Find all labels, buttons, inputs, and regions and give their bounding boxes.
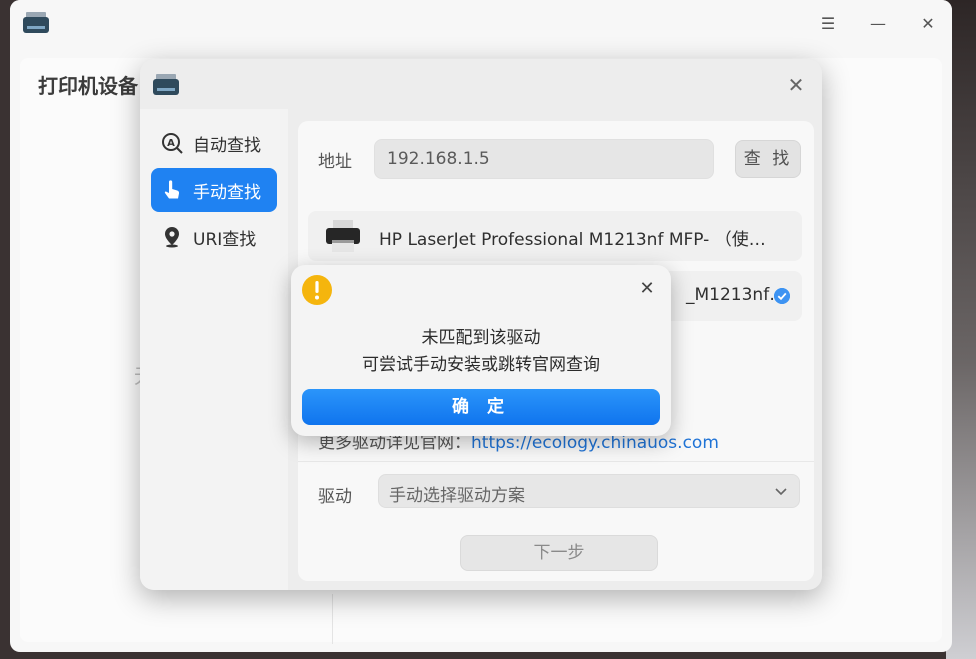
svg-text:A: A: [167, 138, 175, 149]
nav-item-uri-search[interactable]: URI查找: [151, 215, 277, 259]
printer-name: HP LaserJet Professional M1213nf MFP- （使…: [379, 230, 766, 250]
printer-icon: [326, 220, 360, 252]
chevron-down-icon: [775, 488, 787, 496]
alert-close-icon[interactable]: ✕: [637, 279, 657, 299]
nav-label: 手动查找: [193, 182, 261, 203]
printer-app-icon: [23, 12, 49, 33]
address-input[interactable]: 192.168.1.5: [374, 139, 714, 179]
divider: [298, 461, 814, 462]
printer-list-item[interactable]: HP LaserJet Professional M1213nf MFP- （使…: [308, 211, 802, 261]
find-method-nav: A 自动查找 手动查找 URI查找: [140, 109, 288, 590]
driver-select[interactable]: 手动选择驱动方案: [378, 474, 800, 508]
divider: [332, 594, 333, 644]
page-title: 打印机设备: [38, 74, 138, 98]
official-site-link[interactable]: https://ecology.chinauos.com: [471, 433, 719, 453]
menu-icon[interactable]: ☰: [816, 12, 840, 36]
next-button[interactable]: 下一步: [460, 535, 658, 571]
address-label: 地址: [318, 152, 352, 172]
check-icon: [774, 288, 790, 304]
hand-pointer-icon: [161, 179, 183, 201]
printer-name: _M1213nf…: [686, 285, 787, 305]
location-pin-icon: [161, 226, 183, 248]
titlebar: ☰ — ✕: [10, 0, 952, 48]
driver-alert-dialog: ✕ 未匹配到该驱动 可尝试手动安装或跳转官网查询 确 定: [291, 265, 671, 436]
confirm-button[interactable]: 确 定: [302, 389, 660, 425]
more-drivers-prefix: 更多驱动详见官网：: [318, 433, 471, 453]
nav-item-manual-search[interactable]: 手动查找: [151, 168, 277, 212]
close-icon[interactable]: ✕: [916, 12, 940, 36]
dialog-close-icon[interactable]: ✕: [784, 73, 808, 97]
auto-search-icon: A: [161, 132, 183, 154]
printer-app-icon: [153, 74, 179, 95]
driver-select-value: 手动选择驱动方案: [389, 486, 525, 506]
find-button[interactable]: 查 找: [735, 140, 801, 178]
nav-label: 自动查找: [193, 135, 261, 156]
warning-icon: [302, 275, 332, 305]
alert-detail: 可尝试手动安装或跳转官网查询: [362, 355, 600, 375]
driver-label: 驱动: [318, 487, 352, 507]
nav-item-auto-search[interactable]: A 自动查找: [151, 121, 277, 165]
nav-label: URI查找: [193, 229, 257, 250]
alert-message: 未匹配到该驱动: [421, 328, 541, 348]
minimize-icon[interactable]: —: [866, 12, 890, 36]
